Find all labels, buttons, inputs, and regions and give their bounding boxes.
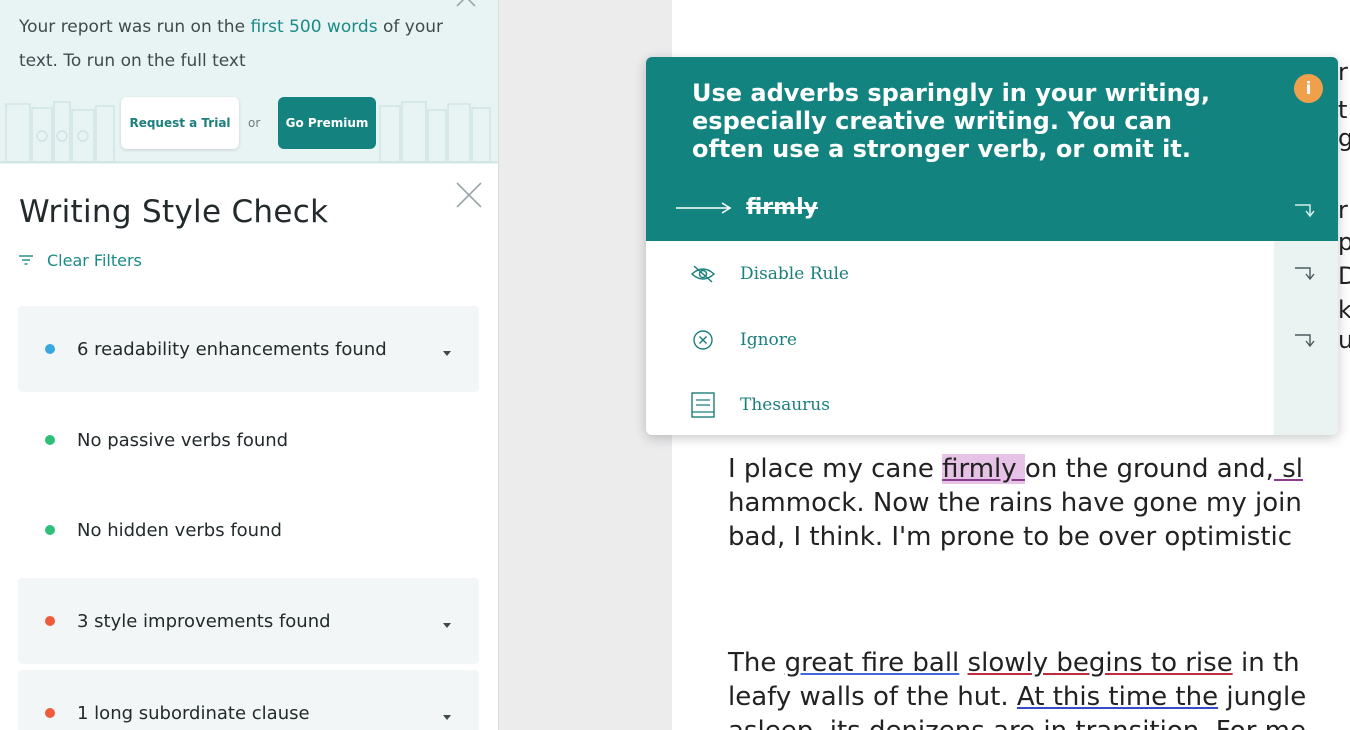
book-icon	[691, 392, 715, 418]
check-item-subordinate-clause[interactable]: 1 long subordinate clause	[18, 670, 479, 730]
arrow-right-icon	[676, 201, 732, 214]
check-item-readability[interactable]: 6 readability enhancements found	[18, 306, 479, 392]
close-panel-icon[interactable]	[455, 181, 483, 209]
info-icon[interactable]: i	[1294, 74, 1323, 103]
check-item-hidden-verbs: No hidden verbs found	[18, 487, 479, 573]
document-glyph: k	[1338, 296, 1350, 324]
clear-filters-label: Clear Filters	[47, 250, 142, 270]
document-glyph: g	[1338, 124, 1350, 152]
status-dot	[45, 708, 55, 718]
status-dot	[45, 435, 55, 445]
document-glyph: r	[1338, 196, 1348, 224]
text-line: The great fire ball slowly begins to ris…	[728, 648, 1300, 678]
popover-side-strip	[1274, 241, 1338, 435]
check-item-style-improvements[interactable]: 3 style improvements found	[18, 578, 479, 664]
highlighted-adverb[interactable]: firmly	[942, 454, 1025, 484]
document-glyph: p	[1338, 228, 1350, 256]
thesaurus-button[interactable]: Thesaurus	[690, 391, 830, 419]
action-label: Thesaurus	[740, 395, 830, 415]
action-label: Disable Rule	[740, 264, 849, 284]
check-item-label: No hidden verbs found	[77, 519, 282, 541]
flagged-text[interactable]: great fire ball	[785, 648, 960, 678]
go-premium-button[interactable]: Go Premium	[278, 97, 376, 149]
rule-message: Use adverbs sparingly in your writing, e…	[692, 79, 1210, 163]
status-dot	[45, 616, 55, 626]
document-paragraph[interactable]: I place my cane firmly on the ground and…	[728, 452, 1350, 554]
chevron-down-icon	[443, 351, 451, 356]
check-item-label: 6 readability enhancements found	[77, 338, 387, 360]
check-item-label: 3 style improvements found	[77, 610, 331, 632]
request-trial-button[interactable]: Request a Trial	[121, 97, 239, 149]
document-glyph: r	[1338, 58, 1348, 86]
text-line: I place my cane firmly on the ground and…	[728, 454, 1303, 484]
status-dot	[45, 344, 55, 354]
action-label: Ignore	[740, 330, 797, 350]
flagged-text[interactable]: slowly begins to rise	[968, 648, 1233, 678]
check-item-label: 1 long subordinate clause	[77, 702, 310, 724]
document-glyph: D	[1338, 262, 1350, 290]
check-item-label: No passive verbs found	[77, 429, 289, 451]
chevron-down-icon	[443, 715, 451, 720]
return-arrow-icon	[1295, 334, 1315, 348]
document-glyph: t	[1338, 96, 1348, 124]
ignore-button[interactable]: Ignore	[690, 326, 797, 354]
text-line: asleep, its denizens are in transition. …	[728, 714, 1350, 730]
or-label: or	[248, 116, 261, 130]
banner-message: Your report was run on the first 500 wor…	[19, 17, 443, 71]
page-title: Writing Style Check	[19, 194, 329, 230]
first-500-words-link[interactable]: first 500 words	[250, 17, 377, 37]
chevron-down-icon	[443, 623, 451, 628]
check-item-passive-verbs: No passive verbs found	[18, 397, 479, 483]
clear-filters-button[interactable]: Clear Filters	[19, 250, 142, 270]
text-line: leafy walls of the hut. At this time the…	[728, 682, 1307, 712]
x-circle-icon	[693, 330, 713, 350]
eye-slash-icon	[690, 265, 716, 283]
text-line: hammock. Now the rains have gone my join	[728, 488, 1302, 518]
status-dot	[45, 525, 55, 535]
upgrade-banner: Your report was run on the first 500 wor…	[0, 0, 498, 164]
text-line: bad, I think. I'm prone to be over optim…	[728, 522, 1293, 552]
close-icon[interactable]	[455, 0, 477, 8]
apply-arrow-icon[interactable]	[1294, 202, 1320, 218]
bookshelf-illustration	[0, 101, 498, 163]
popover-header: Use adverbs sparingly in your writing, e…	[646, 57, 1338, 241]
filter-icon	[19, 255, 33, 265]
writing-report-sidebar: Your report was run on the first 500 wor…	[0, 0, 499, 730]
suggestion-replace[interactable]: firmly	[676, 195, 818, 220]
flagged-text[interactable]: sl	[1274, 454, 1303, 484]
document-glyph: u	[1338, 326, 1350, 354]
flagged-word: firmly	[746, 195, 818, 220]
return-arrow-icon	[1295, 267, 1315, 281]
suggestion-popover: Use adverbs sparingly in your writing, e…	[646, 57, 1338, 435]
disable-rule-button[interactable]: Disable Rule	[690, 260, 849, 288]
document-paragraph[interactable]: The great fire ball slowly begins to ris…	[728, 646, 1350, 730]
flagged-text[interactable]: At this time the	[1017, 682, 1218, 712]
